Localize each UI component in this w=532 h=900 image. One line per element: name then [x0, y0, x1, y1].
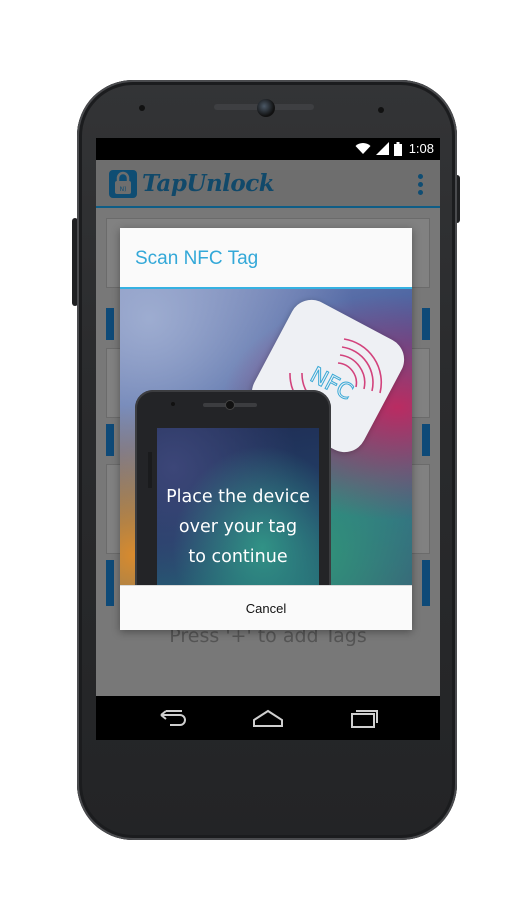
list-item [422, 424, 430, 456]
app-bar: N) TapUnlock [96, 160, 440, 208]
scan-instruction: Place the device over your tag to contin… [157, 482, 319, 572]
overflow-menu-icon[interactable] [418, 174, 424, 196]
svg-text:N): N) [120, 186, 127, 193]
list-item [106, 308, 114, 340]
list-item [106, 424, 114, 456]
battery-icon [393, 141, 402, 156]
instruction-line: over your tag [178, 517, 298, 537]
front-camera [257, 99, 275, 117]
proximity-sensor [139, 105, 145, 111]
navigation-bar [96, 696, 440, 740]
device-illustration: Place the device over your tag to contin… [135, 390, 331, 585]
device-side-button [148, 452, 152, 488]
instruction-line: to continue [188, 547, 288, 567]
lock-nfc-icon: N) [109, 170, 137, 198]
cancel-button[interactable]: Cancel [120, 586, 412, 630]
dialog-title: Scan NFC Tag [135, 248, 259, 269]
device-sensor [171, 402, 175, 406]
status-time: 1:08 [408, 141, 434, 156]
device-camera [225, 400, 235, 410]
signal-icon [375, 142, 389, 155]
scan-nfc-dialog: Scan NFC Tag NFC Place the device over y [120, 228, 412, 630]
light-sensor [378, 107, 384, 113]
app-title: TapUnlock [142, 170, 275, 197]
wifi-icon [355, 142, 371, 155]
back-icon[interactable] [152, 706, 192, 730]
dialog-button-bar: Cancel [120, 585, 412, 630]
list-item [106, 560, 114, 606]
instruction-line: Place the device [166, 487, 310, 507]
scan-illustration: NFC Place the device over your tag to co… [120, 289, 412, 585]
home-icon[interactable] [248, 706, 288, 730]
list-item [422, 560, 430, 606]
list-item [422, 308, 430, 340]
status-bar: 1:08 [96, 138, 440, 160]
recents-icon[interactable] [342, 706, 382, 730]
